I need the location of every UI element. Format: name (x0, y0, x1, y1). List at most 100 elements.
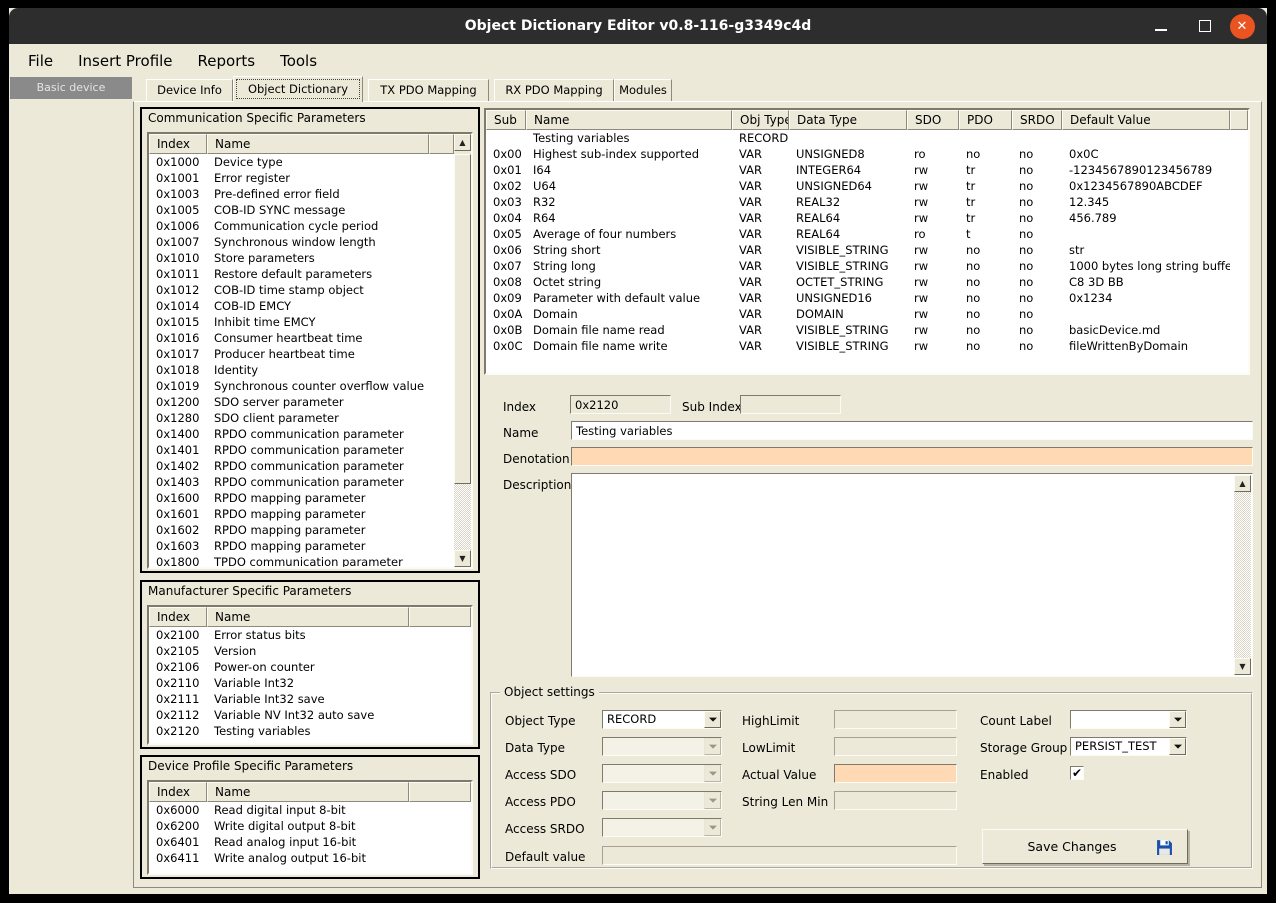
table-row[interactable]: 0x6411Write analog output 16-bit (149, 850, 471, 866)
table-row[interactable]: 0x2106Power-on counter (149, 659, 471, 675)
description-scrollbar[interactable]: ▲ ▼ (1234, 475, 1251, 675)
table-cell: no (959, 258, 1012, 274)
count-label-combobox[interactable] (1070, 710, 1187, 729)
scroll-down-button[interactable]: ▼ (454, 550, 471, 567)
scroll-down-button[interactable]: ▼ (1234, 658, 1251, 675)
menu-tools[interactable]: Tools (280, 52, 317, 70)
table-row[interactable]: 0x0CDomain file name writeVARVISIBLE_STR… (486, 338, 1248, 354)
table-row[interactable]: 0x1402RPDO communication parameter (149, 458, 454, 474)
scroll-up-button[interactable]: ▲ (1234, 475, 1251, 492)
save-changes-button[interactable]: Save Changes (982, 829, 1188, 864)
scrollbar-thumb[interactable] (454, 154, 471, 484)
table-row[interactable]: 0x2112Variable NV Int32 auto save (149, 707, 471, 723)
tab-tx-pdo-mapping[interactable]: TX PDO Mapping (368, 79, 489, 101)
scroll-up-button[interactable]: ▲ (454, 134, 471, 151)
dropdown-arrow-icon[interactable] (1169, 738, 1186, 755)
table-row[interactable]: 0x6401Read analog input 16-bit (149, 834, 471, 850)
column-header-pdo[interactable]: PDO (959, 110, 1012, 130)
table-row[interactable]: 0x1602RPDO mapping parameter (149, 522, 454, 538)
table-row[interactable]: 0x1200SDO server parameter (149, 394, 454, 410)
table-row[interactable]: 0x07String longVARVISIBLE_STRINGrwnono10… (486, 258, 1248, 274)
column-header-default-value[interactable]: Default Value (1062, 110, 1230, 130)
sub-index-field[interactable] (740, 395, 841, 414)
table-row[interactable]: 0x1017Producer heartbeat time (149, 346, 454, 362)
table-row[interactable]: 0x1010Store parameters (149, 250, 454, 266)
maximize-button[interactable] (1195, 8, 1215, 44)
tab-device-info[interactable]: Device Info (146, 79, 233, 101)
menu-insert-profile[interactable]: Insert Profile (78, 52, 172, 70)
table-row[interactable]: 0x2105Version (149, 643, 471, 659)
table-row[interactable]: 0x06String shortVARVISIBLE_STRINGrwnonos… (486, 242, 1248, 258)
table-row[interactable]: 0x1603RPDO mapping parameter (149, 538, 454, 554)
table-row[interactable]: 0x1019Synchronous counter overflow value (149, 378, 454, 394)
table-row[interactable]: 0x1018Identity (149, 362, 454, 378)
storage-group-combobox[interactable]: PERSIST_TEST (1070, 737, 1187, 756)
table-row[interactable]: 0x1014COB-ID EMCY (149, 298, 454, 314)
table-row[interactable]: Testing variablesRECORD (486, 130, 1248, 146)
table-row[interactable]: 0x1401RPDO communication parameter (149, 442, 454, 458)
table-row[interactable]: 0x6000Read digital input 8-bit (149, 802, 471, 818)
table-row[interactable]: 0x2100Error status bits (149, 627, 471, 643)
table-row[interactable]: 0x0ADomainVARDOMAINrwnono (486, 306, 1248, 322)
tab-rx-pdo-mapping[interactable]: RX PDO Mapping (494, 79, 614, 101)
column-header-srdo[interactable]: SRDO (1012, 110, 1062, 130)
table-row[interactable]: 0x1015Inhibit time EMCY (149, 314, 454, 330)
table-row[interactable]: 0x09Parameter with default valueVARUNSIG… (486, 290, 1248, 306)
table-row[interactable]: 0x1000Device type (149, 154, 454, 170)
actual-value-field[interactable] (834, 764, 957, 783)
menu-file[interactable]: File (28, 52, 53, 70)
table-row[interactable]: 0x1016Consumer heartbeat time (149, 330, 454, 346)
table-row[interactable]: 0x2110Variable Int32 (149, 675, 471, 691)
table-row[interactable]: 0x02U64VARUNSIGNED64rwtrno0x1234567890AB… (486, 178, 1248, 194)
denotation-field[interactable] (571, 447, 1253, 466)
index-field[interactable] (570, 395, 671, 414)
table-row[interactable]: 0x1012COB-ID time stamp object (149, 282, 454, 298)
object-type-combobox[interactable]: RECORD (602, 710, 722, 729)
column-header-name[interactable]: Name (207, 134, 429, 154)
dropdown-arrow-icon[interactable] (1169, 711, 1186, 728)
table-row[interactable]: 0x01I64VARINTEGER64rwtrno-12345678901234… (486, 162, 1248, 178)
table-row[interactable]: 0x03R32VARREAL32rwtrno12.345 (486, 194, 1248, 210)
table-row[interactable]: 0x1001Error register (149, 170, 454, 186)
tab-object-dictionary[interactable]: Object Dictionary (233, 76, 363, 102)
table-row[interactable]: 0x08Octet stringVAROCTET_STRINGrwnonoC8 … (486, 274, 1248, 290)
table-row[interactable]: 0x0BDomain file name readVARVISIBLE_STRI… (486, 322, 1248, 338)
column-header-index[interactable]: Index (149, 782, 207, 802)
close-button[interactable]: ✕ (1229, 8, 1255, 44)
table-row[interactable]: 0x1003Pre-defined error field (149, 186, 454, 202)
column-header-index[interactable]: Index (149, 134, 207, 154)
table-row[interactable]: 0x05Average of four numbersVARREAL64rotn… (486, 226, 1248, 242)
enabled-checkbox[interactable]: ✔ (1070, 766, 1084, 780)
comm-params-scrollbar[interactable]: ▼ (454, 154, 471, 567)
table-row[interactable]: 0x1011Restore default parameters (149, 266, 454, 282)
name-field[interactable] (571, 421, 1253, 440)
column-header-data-type[interactable]: Data Type (789, 110, 907, 130)
table-row[interactable]: 0x1005COB-ID SYNC message (149, 202, 454, 218)
column-header-name[interactable]: Name (526, 110, 732, 130)
table-row[interactable]: 0x6200Write digital output 8-bit (149, 818, 471, 834)
menu-reports[interactable]: Reports (198, 52, 256, 70)
minimize-button[interactable] (1151, 8, 1171, 44)
column-header-name[interactable]: Name (207, 782, 409, 802)
table-row[interactable]: 0x04R64VARREAL64rwtrno456.789 (486, 210, 1248, 226)
table-row[interactable]: 0x1006Communication cycle period (149, 218, 454, 234)
table-row[interactable]: 0x1600RPDO mapping parameter (149, 490, 454, 506)
table-row[interactable]: 0x1280SDO client parameter (149, 410, 454, 426)
table-row[interactable]: 0x1800TPDO communication parameter (149, 554, 454, 567)
table-row[interactable]: 0x2111Variable Int32 save (149, 691, 471, 707)
column-header-index[interactable]: Index (149, 607, 207, 627)
table-row[interactable]: 0x00Highest sub-index supportedVARUNSIGN… (486, 146, 1248, 162)
column-header-name[interactable]: Name (207, 607, 409, 627)
table-row[interactable]: 0x1403RPDO communication parameter (149, 474, 454, 490)
table-row[interactable]: 0x1400RPDO communication parameter (149, 426, 454, 442)
column-header-sub[interactable]: Sub (486, 110, 526, 130)
dropdown-arrow-icon[interactable] (704, 711, 721, 728)
device-tab-basic-device[interactable]: Basic device (10, 77, 132, 99)
column-header-sdo[interactable]: SDO (907, 110, 959, 130)
table-row[interactable]: 0x2120Testing variables (149, 723, 471, 739)
column-header-obj-type[interactable]: Obj Type (732, 110, 789, 130)
table-row[interactable]: 0x1601RPDO mapping parameter (149, 506, 454, 522)
description-field[interactable]: ▲ ▼ (571, 473, 1253, 677)
tab-modules[interactable]: Modules (614, 79, 672, 101)
table-row[interactable]: 0x1007Synchronous window length (149, 234, 454, 250)
